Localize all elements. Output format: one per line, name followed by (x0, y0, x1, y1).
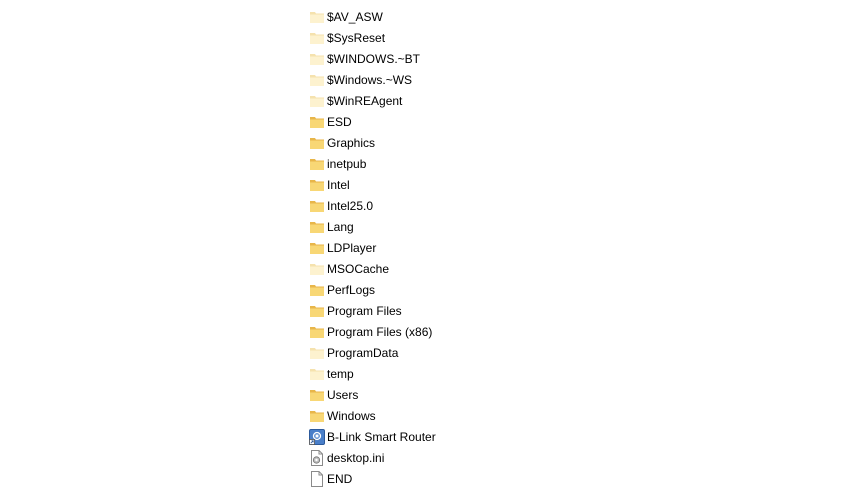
settings-file-icon (309, 449, 325, 466)
folder-icon (309, 177, 325, 193)
list-item-temp[interactable]: temp (309, 363, 436, 384)
list-item-msocache[interactable]: MSOCache (309, 258, 436, 279)
folder-icon (309, 324, 325, 340)
item-name: inetpub (327, 156, 367, 171)
list-item-intel[interactable]: Intel (309, 174, 436, 195)
hidden-folder-icon (309, 345, 325, 361)
list-item-users[interactable]: Users (309, 384, 436, 405)
item-name: LDPlayer (327, 240, 377, 255)
item-name: Users (327, 387, 359, 402)
list-item-windows[interactable]: Windows (309, 405, 436, 426)
item-name: Program Files (327, 303, 402, 318)
item-name: $Windows.~WS (327, 72, 413, 87)
list-item-sysreset[interactable]: $SysReset (309, 27, 436, 48)
folder-icon (309, 282, 325, 298)
hidden-folder-icon (309, 366, 325, 382)
item-name: Windows (327, 408, 376, 423)
item-name: END (327, 471, 353, 486)
folder-icon (309, 135, 325, 151)
item-name: ESD (327, 114, 352, 129)
item-name: $AV_ASW (327, 9, 383, 24)
folder-icon (309, 408, 325, 424)
app-shortcut-icon (309, 428, 325, 445)
list-item-windows-bt[interactable]: $WINDOWS.~BT (309, 48, 436, 69)
list-item-desktop-ini[interactable]: desktop.ini (309, 447, 436, 468)
list-item-intel25[interactable]: Intel25.0 (309, 195, 436, 216)
list-item-ldplayer[interactable]: LDPlayer (309, 237, 436, 258)
list-item-esd[interactable]: ESD (309, 111, 436, 132)
item-name: temp (327, 366, 354, 381)
list-item-programdata[interactable]: ProgramData (309, 342, 436, 363)
item-name: MSOCache (327, 261, 390, 276)
blank-file-icon (309, 470, 325, 487)
list-item-winreagent[interactable]: $WinREAgent (309, 90, 436, 111)
item-name: $SysReset (327, 30, 386, 45)
list-item-graphics[interactable]: Graphics (309, 132, 436, 153)
item-name: desktop.ini (327, 450, 385, 465)
list-item-perflogs[interactable]: PerfLogs (309, 279, 436, 300)
hidden-folder-icon (309, 9, 325, 25)
item-name: PerfLogs (327, 282, 376, 297)
item-name: Graphics (327, 135, 376, 150)
folder-icon (309, 303, 325, 319)
list-item-lang[interactable]: Lang (309, 216, 436, 237)
list-item-inetpub[interactable]: inetpub (309, 153, 436, 174)
folder-icon (309, 114, 325, 130)
list-item-program-files-x86[interactable]: Program Files (x86) (309, 321, 436, 342)
hidden-folder-icon (309, 72, 325, 88)
item-name: Intel (327, 177, 350, 192)
hidden-folder-icon (309, 30, 325, 46)
list-item-av-asw[interactable]: $AV_ASW (309, 6, 436, 27)
hidden-folder-icon (309, 51, 325, 67)
item-name: Program Files (x86) (327, 324, 433, 339)
item-name: Intel25.0 (327, 198, 374, 213)
item-name: ProgramData (327, 345, 399, 360)
list-item-windows-ws[interactable]: $Windows.~WS (309, 69, 436, 90)
hidden-folder-icon (309, 93, 325, 109)
folder-icon (309, 219, 325, 235)
file-list: $AV_ASW $SysReset $WINDOWS.~BT $Windows.… (309, 6, 436, 489)
item-name: Lang (327, 219, 354, 234)
hidden-folder-icon (309, 261, 325, 277)
item-name: $WinREAgent (327, 93, 403, 108)
item-name: B-Link Smart Router (327, 429, 436, 444)
list-item-program-files[interactable]: Program Files (309, 300, 436, 321)
list-item-end[interactable]: END (309, 468, 436, 489)
item-name: $WINDOWS.~BT (327, 51, 421, 66)
folder-icon (309, 198, 325, 214)
folder-icon (309, 240, 325, 256)
list-item-b-link-smart-router[interactable]: B-Link Smart Router (309, 426, 436, 447)
folder-icon (309, 156, 325, 172)
folder-icon (309, 387, 325, 403)
